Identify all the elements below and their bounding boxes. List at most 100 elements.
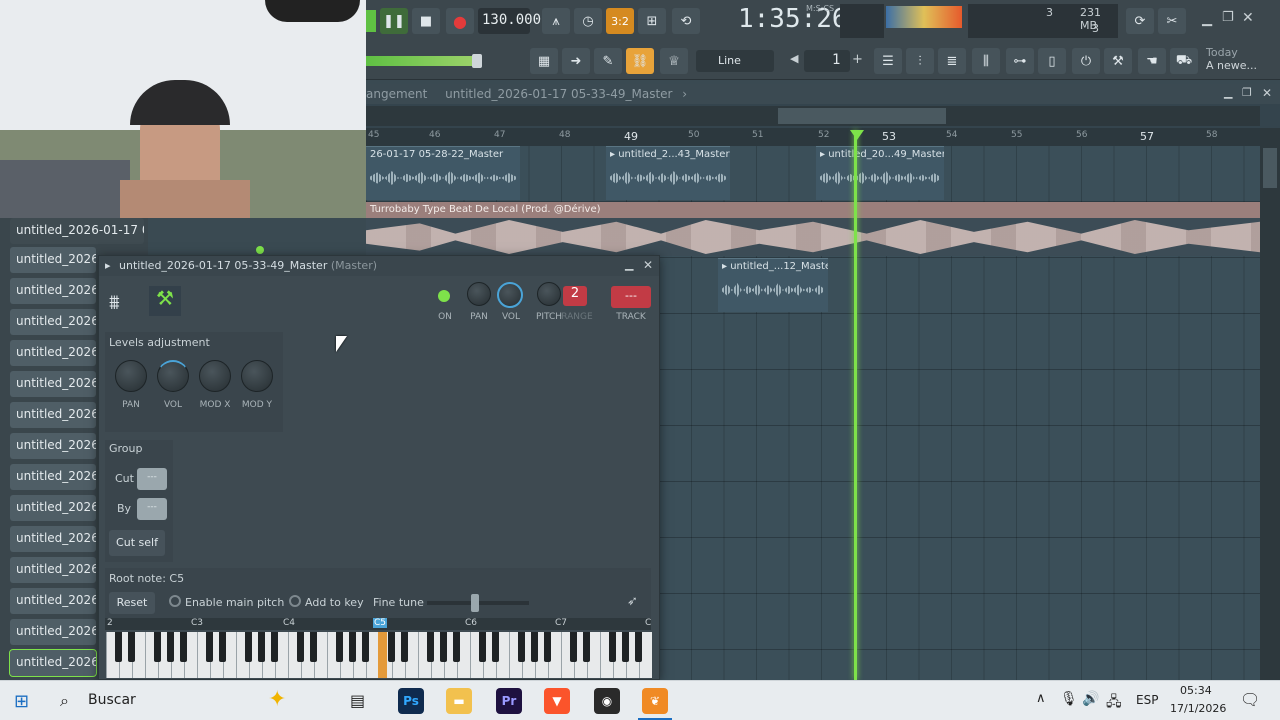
audio-clip[interactable]: ▸ untitled_2...43_Master [606, 146, 730, 200]
vol-knob[interactable] [157, 360, 189, 392]
channel-close-icon[interactable]: ✕ [643, 258, 653, 272]
black-key[interactable] [128, 632, 135, 662]
enable-main-pitch-radio[interactable] [169, 595, 181, 607]
stamp-button[interactable]: ♕ [660, 48, 688, 74]
shop-button[interactable]: ⛟ [1170, 48, 1198, 74]
black-key[interactable] [440, 632, 447, 662]
news-panel[interactable]: Today A newe... [1206, 46, 1270, 78]
add-to-key-radio[interactable] [289, 595, 301, 607]
master-volume-slider[interactable] [366, 56, 476, 66]
black-key[interactable] [336, 632, 343, 662]
tools-button[interactable]: ⚒ [1104, 48, 1132, 74]
pitch-range-value[interactable]: 2 [563, 286, 587, 306]
pause-button[interactable]: ❚❚ [380, 8, 408, 34]
black-key[interactable] [635, 632, 642, 662]
black-key[interactable] [154, 632, 161, 662]
minimize-window-icon[interactable]: ▁ [1202, 12, 1212, 27]
volume-icon[interactable]: 🔊 [1082, 691, 1099, 707]
black-key[interactable] [531, 632, 538, 662]
black-key[interactable] [544, 632, 551, 662]
channel-on-led[interactable] [438, 290, 450, 302]
channel-minimize-icon[interactable]: ▁ [625, 258, 633, 271]
tempo-display[interactable]: 130.000 [478, 8, 541, 34]
sampler-button[interactable]: ☚ [1138, 48, 1166, 74]
channel-titlebar[interactable]: ▸ untitled_2026-01-17 05-33-49_Master (M… [99, 256, 659, 276]
copilot-sparkle-icon[interactable]: ✦ [268, 687, 286, 712]
browser-item[interactable]: untitled_2026-0 [10, 309, 96, 335]
mixer-track-selector[interactable]: --- [611, 286, 651, 308]
channel-vol-knob[interactable] [497, 282, 523, 308]
channel-rack-button[interactable]: ⫶ [906, 48, 934, 74]
black-key[interactable] [427, 632, 434, 662]
cut-self-button[interactable]: Cut self [109, 530, 165, 556]
browser-item[interactable]: untitled_2026-0 [10, 371, 96, 397]
pattern-prev-icon[interactable]: ◀ [790, 52, 798, 65]
fine-tune-handle[interactable] [471, 594, 479, 612]
channel-pan-knob[interactable] [467, 282, 491, 306]
microphone-icon[interactable]: 🎙 [1060, 691, 1078, 707]
black-key[interactable] [206, 632, 213, 662]
pattern-counter[interactable]: 3:2 [606, 8, 634, 34]
playlist-button[interactable]: ☰ [874, 48, 902, 74]
playhead-marker[interactable] [850, 130, 864, 140]
reset-button[interactable]: Reset [109, 592, 155, 614]
cut-group-input[interactable]: --- [137, 468, 167, 490]
snap-select[interactable]: Line [696, 50, 774, 72]
file-explorer-icon[interactable]: ▬ [446, 688, 472, 714]
black-key[interactable] [518, 632, 525, 662]
bird-icon[interactable]: ➶ [627, 594, 638, 609]
search-icon[interactable]: ⌕ [60, 691, 69, 711]
language-indicator[interactable]: ESP [1136, 693, 1158, 707]
stop-button[interactable]: ■ [412, 8, 440, 34]
loop-record-button[interactable]: ⟲ [672, 8, 700, 34]
mod-x-knob[interactable] [199, 360, 231, 392]
audio-clip[interactable]: ▸ untitled_20...49_Master [816, 146, 944, 200]
notifications-icon[interactable]: 🗨 [1240, 690, 1260, 709]
browser-item-selected[interactable]: untitled_2026-0 [9, 649, 97, 677]
black-key[interactable] [271, 632, 278, 662]
task-view-icon[interactable]: ▤ [350, 691, 365, 710]
browser-item[interactable]: untitled_2026-0 [10, 340, 96, 366]
playlist-restore-icon[interactable]: ❐ [1242, 86, 1252, 99]
channel-pitch-knob[interactable] [537, 282, 561, 306]
windows-start-icon[interactable]: ⊞ [14, 691, 29, 712]
browser-item[interactable]: untitled_2026-0 [10, 588, 96, 614]
record-button[interactable]: ● [446, 8, 474, 34]
black-key[interactable] [388, 632, 395, 662]
pan-knob[interactable] [115, 360, 147, 392]
brave-browser-icon[interactable]: ▼ [544, 688, 570, 714]
black-key[interactable] [362, 632, 369, 662]
browser-item[interactable]: untitled_2026-0 [10, 278, 96, 304]
templates-button[interactable]: ▯ [1038, 48, 1066, 74]
black-key[interactable] [167, 632, 174, 662]
black-key[interactable] [570, 632, 577, 662]
scrollbar-thumb[interactable] [778, 108, 946, 124]
root-note-keyboard[interactable] [106, 632, 652, 678]
taskbar-time[interactable]: 05:34 [1180, 684, 1212, 697]
root-key-c5[interactable] [378, 632, 387, 678]
obs-icon[interactable]: ◉ [594, 688, 620, 714]
vertical-scrollbar-thumb[interactable] [1263, 148, 1277, 188]
premiere-icon[interactable]: Pr [496, 688, 522, 714]
black-key[interactable] [622, 632, 629, 662]
black-key[interactable] [258, 632, 265, 662]
black-key[interactable] [115, 632, 122, 662]
waveform-tab-icon[interactable]: ⩩ [109, 290, 120, 314]
countdown-button[interactable]: ◷ [574, 8, 602, 34]
black-key[interactable] [349, 632, 356, 662]
taskbar-search-box[interactable]: Buscar [88, 692, 136, 708]
black-key[interactable] [479, 632, 486, 662]
timeline-ruler[interactable]: 45 46 47 48 49 50 51 52 53 54 55 56 57 5… [366, 128, 1260, 146]
audio-clip[interactable]: ▸ untitled_...12_Master [718, 258, 828, 312]
browser-item[interactable]: untitled_2026-0 [10, 402, 96, 428]
by-group-input[interactable]: --- [137, 498, 167, 520]
playlist-minimize-icon[interactable]: ▁ [1224, 86, 1232, 99]
black-key[interactable] [609, 632, 616, 662]
browser-item[interactable]: untitled_2026-0 [10, 247, 96, 273]
pattern-selector[interactable]: 1 [804, 50, 850, 72]
black-key[interactable] [453, 632, 460, 662]
browser-item[interactable]: untitled_2026-0 [10, 433, 96, 459]
metronome-button[interactable]: ⩚ [542, 8, 570, 34]
piano-roll-button[interactable]: ▦ [530, 48, 558, 74]
browser-item[interactable]: untitled_2026-0 [10, 464, 96, 490]
